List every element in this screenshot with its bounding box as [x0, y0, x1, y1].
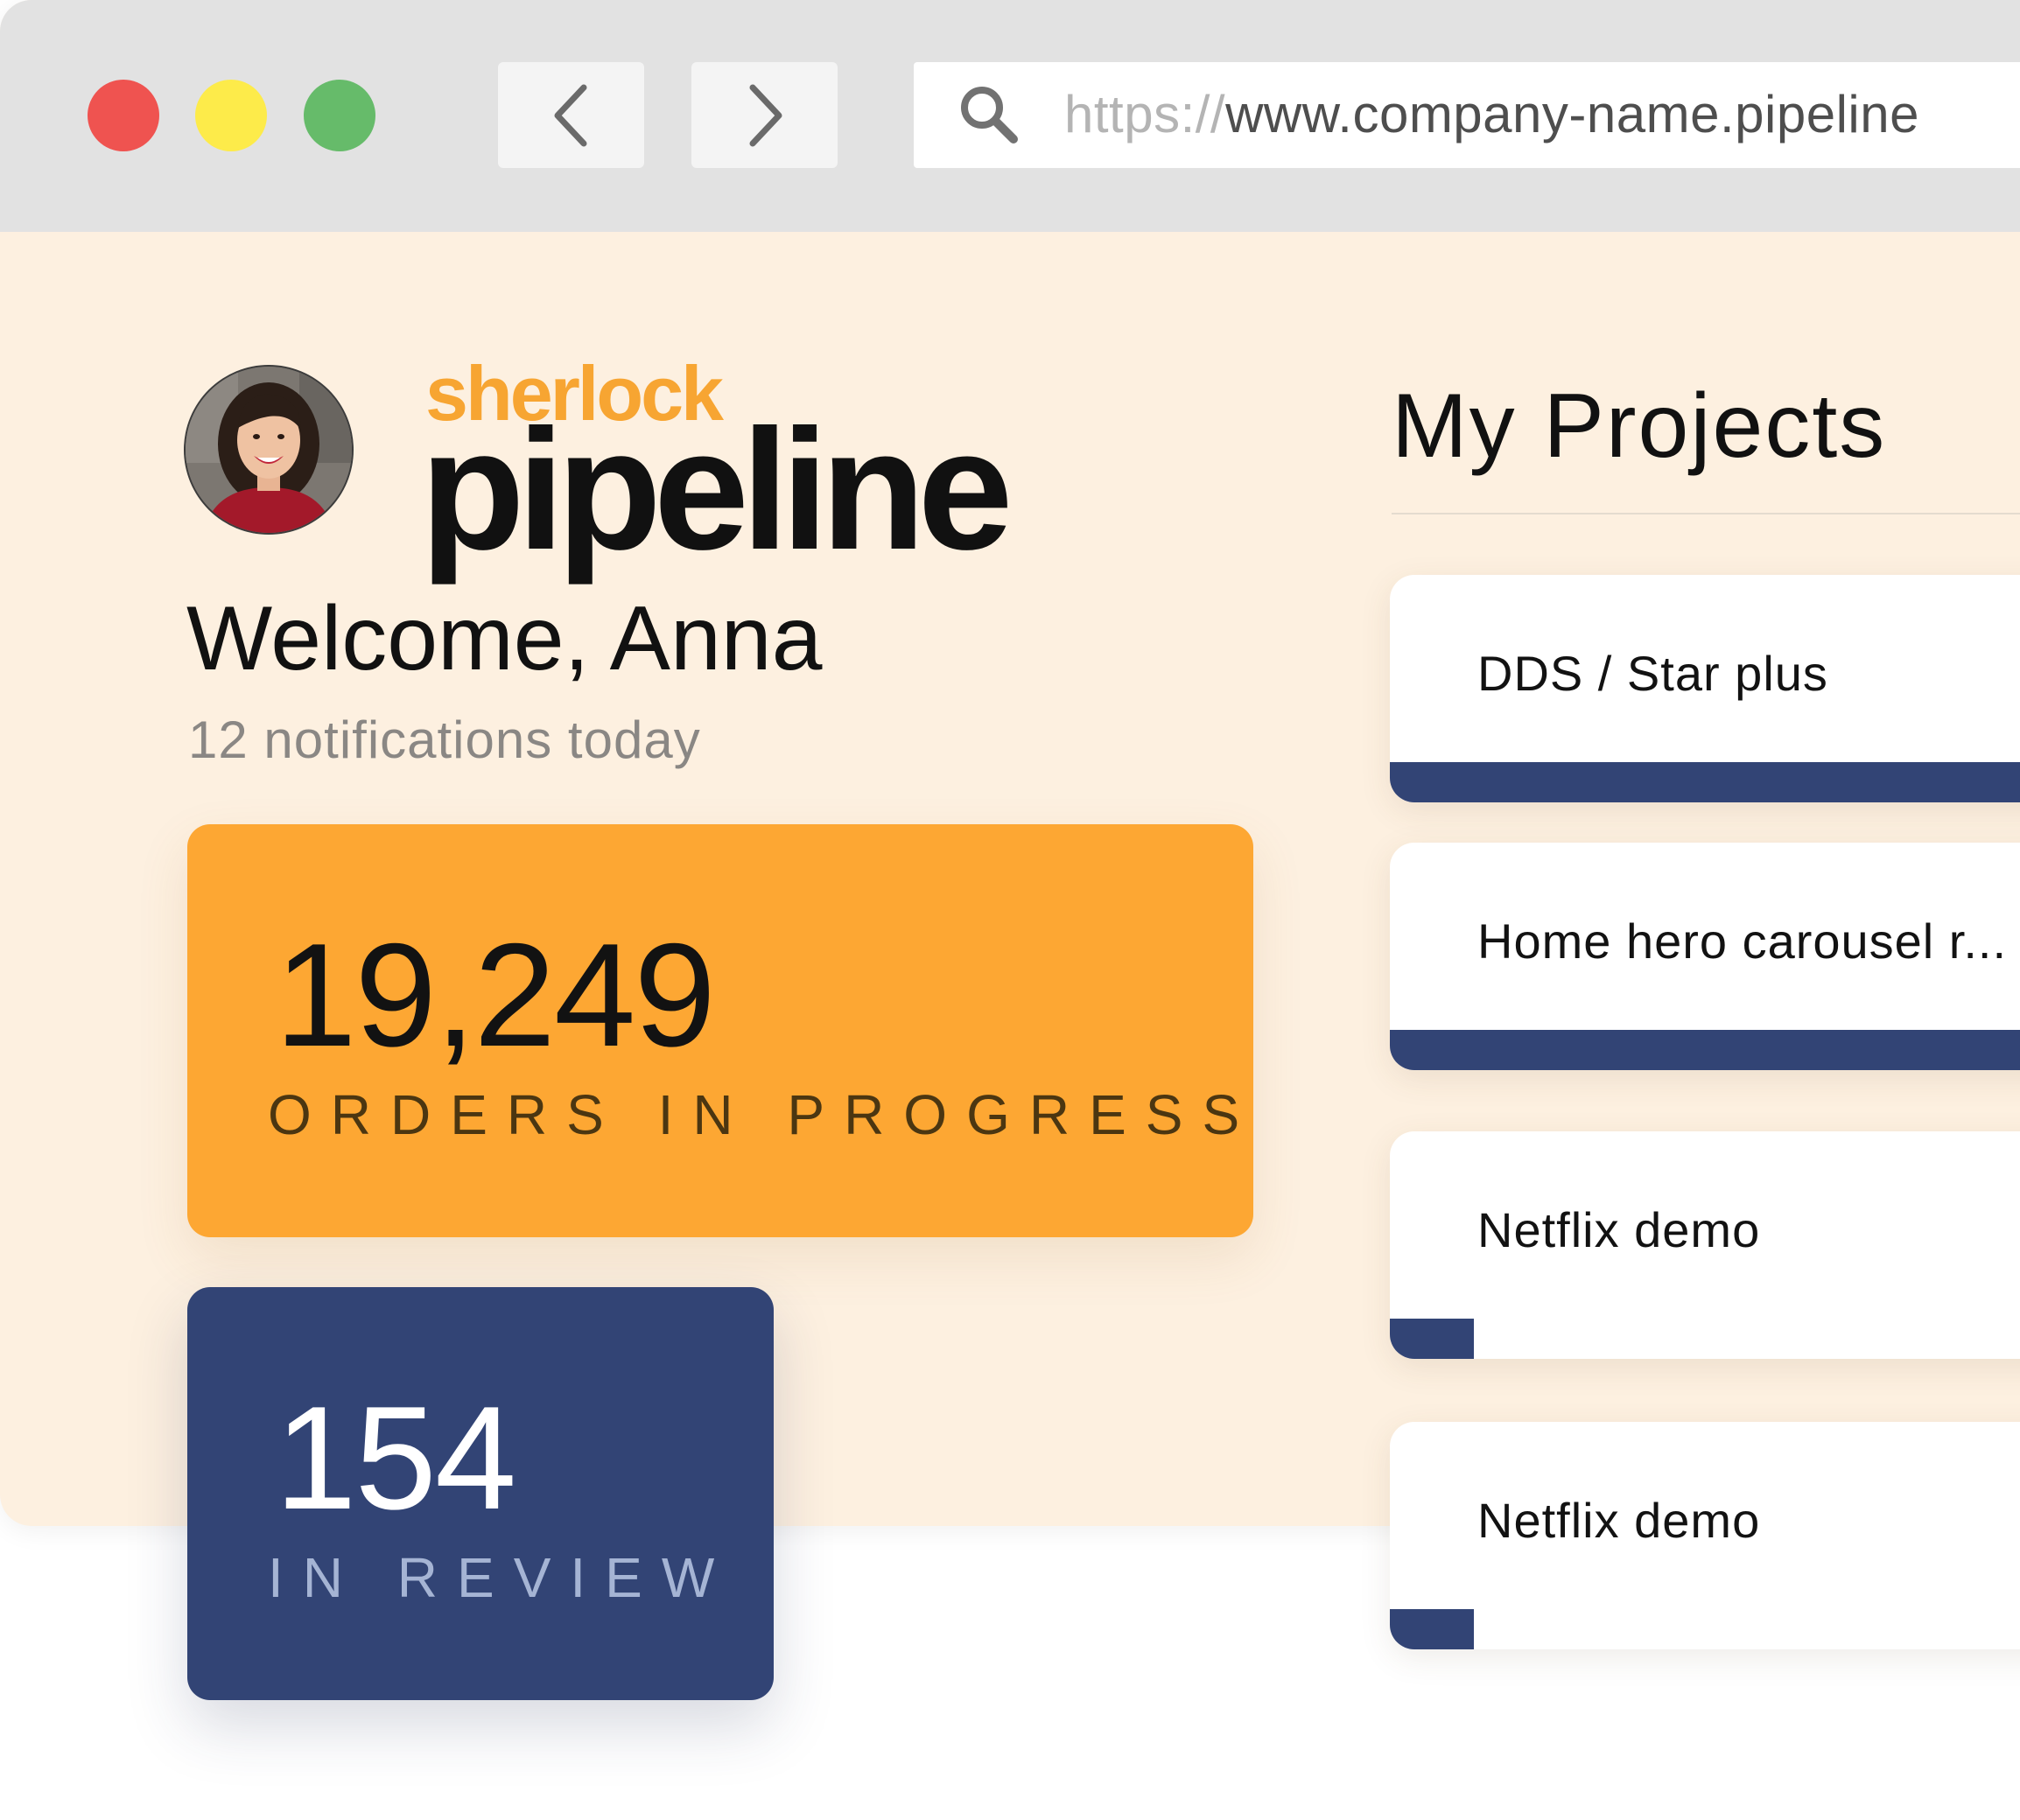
- welcome-heading: Welcome, Anna: [186, 588, 823, 690]
- stat-value: 19,249: [275, 913, 716, 1077]
- project-progress-bar: [1390, 1030, 2020, 1070]
- stat-label: IN REVIEW: [268, 1546, 734, 1609]
- maximize-window-button[interactable]: [304, 80, 375, 151]
- stat-value: 154: [275, 1376, 516, 1540]
- url-text[interactable]: https://www.company-name.pipeline: [1064, 81, 1919, 148]
- browser-toolbar: https://www.company-name.pipeline: [0, 0, 2020, 232]
- project-card[interactable]: Home hero carousel r...: [1390, 843, 2020, 1070]
- chevron-left-icon: [554, 84, 586, 146]
- project-progress-bar: [1390, 1609, 1474, 1649]
- notifications-count[interactable]: 12 notifications today: [188, 707, 701, 774]
- project-progress-bar: [1390, 1319, 1474, 1359]
- project-title: DDS / Star plus: [1477, 646, 1828, 701]
- project-card[interactable]: Netflix demo: [1390, 1422, 2020, 1649]
- url-host: www.company-name.pipeline: [1225, 85, 1919, 144]
- minimize-window-button[interactable]: [195, 80, 267, 151]
- project-progress-bar: [1390, 762, 2020, 802]
- avatar[interactable]: [186, 367, 352, 533]
- search-icon: [961, 87, 1018, 144]
- orders-in-progress-card[interactable]: 19,249 ORDERS IN PROGRESS: [187, 824, 1253, 1237]
- back-button[interactable]: [498, 62, 644, 168]
- project-card[interactable]: Netflix demo: [1390, 1131, 2020, 1359]
- project-title: Netflix demo: [1477, 1493, 1761, 1548]
- avatar-photo: [186, 367, 352, 533]
- chevron-right-icon: [749, 84, 782, 146]
- projects-divider: [1392, 513, 2020, 514]
- project-title: Netflix demo: [1477, 1202, 1761, 1257]
- address-bar[interactable]: https://www.company-name.pipeline: [914, 62, 2020, 168]
- in-review-card[interactable]: 154 IN REVIEW: [187, 1287, 774, 1700]
- project-card[interactable]: DDS / Star plus: [1390, 575, 2020, 802]
- projects-title: My Projects: [1392, 375, 1887, 477]
- close-window-button[interactable]: [88, 80, 159, 151]
- project-title: Home hero carousel r...: [1477, 914, 2008, 969]
- logo-main-text: pipeline: [420, 394, 1014, 585]
- url-protocol: https://: [1064, 85, 1226, 144]
- stat-label: ORDERS IN PROGRESS: [268, 1083, 1259, 1146]
- forward-button[interactable]: [691, 62, 838, 168]
